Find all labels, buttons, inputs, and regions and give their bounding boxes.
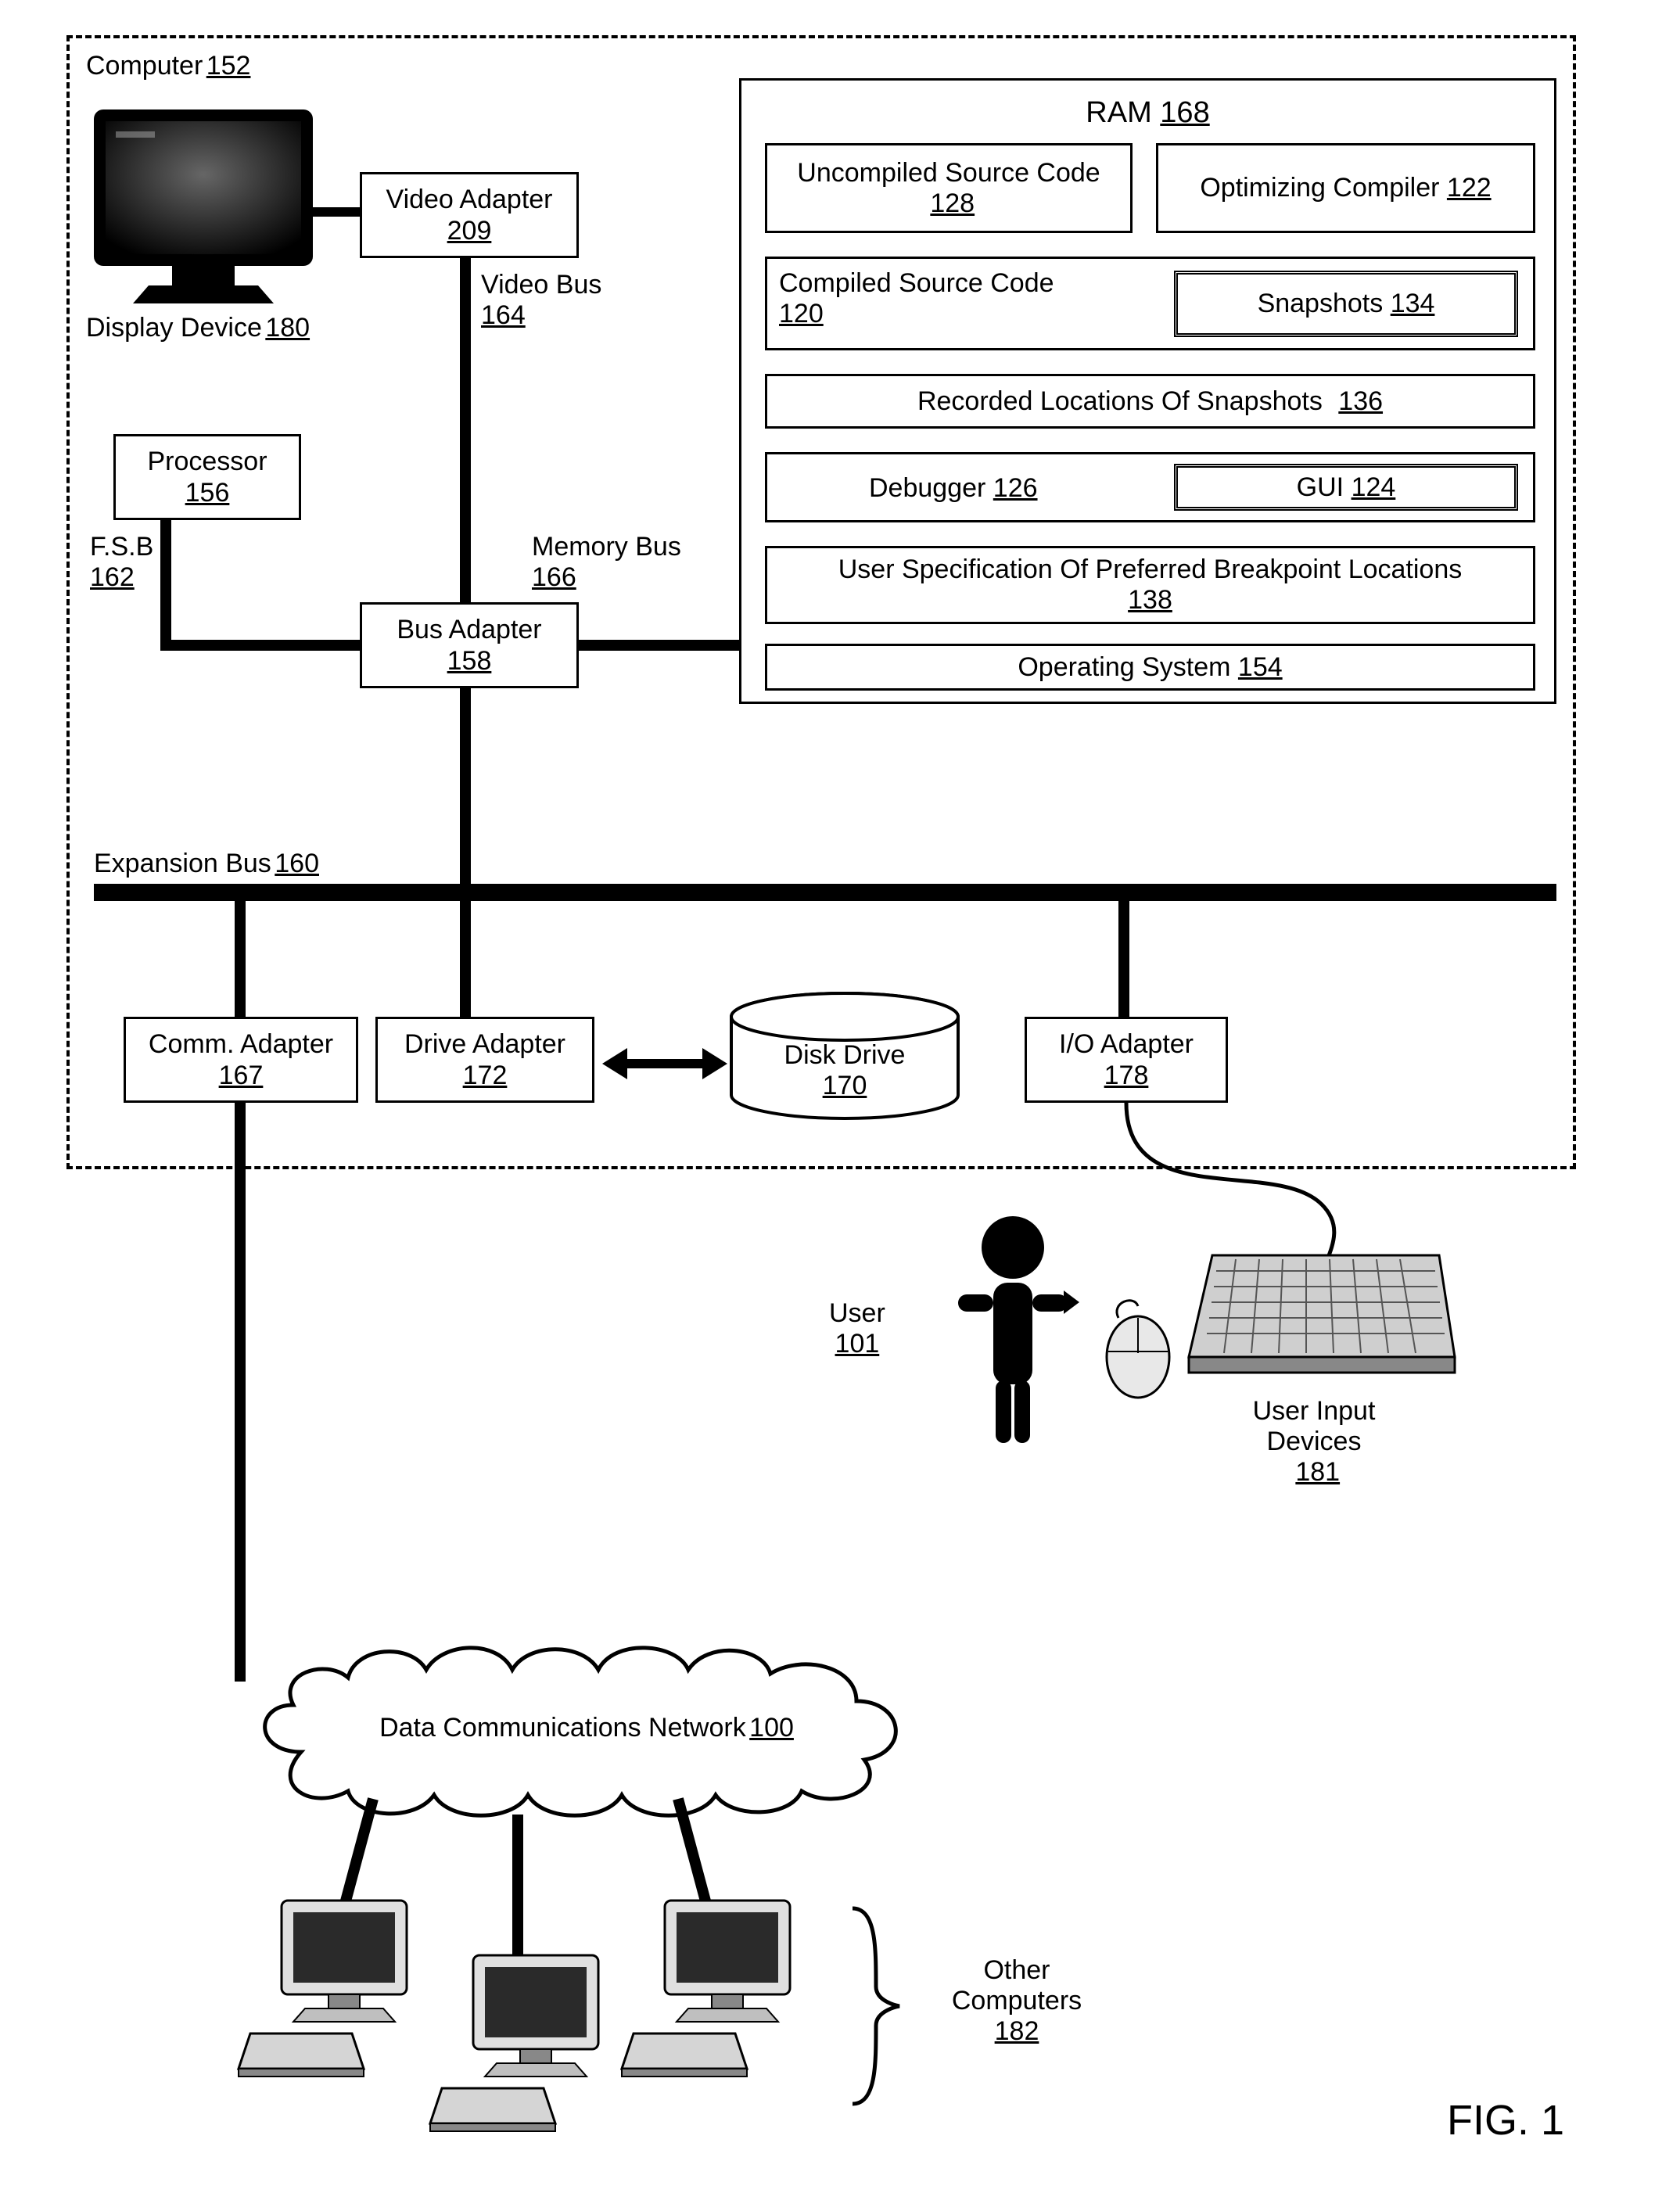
fsb-label: F.S.B 162: [90, 532, 153, 593]
disk-drive-label: Disk Drive 170: [755, 1040, 935, 1101]
drop-io: [1118, 899, 1129, 1017]
computer-2-icon: [426, 1947, 630, 2143]
compiled-row: Compiled Source Code 120 Snapshots 134: [765, 257, 1535, 350]
user-label: User 101: [829, 1298, 885, 1359]
other-computers-label: Other Computers 182: [923, 1955, 1111, 2047]
keyboard-icon: [1181, 1247, 1463, 1396]
gui-box: GUI 124: [1174, 464, 1518, 511]
memory-bus-label: Memory Bus 166: [532, 532, 681, 593]
comm-adapter-box: Comm. Adapter 167: [124, 1017, 358, 1103]
video-bus-label: Video Bus 164: [481, 270, 601, 331]
optimizing-compiler-box: Optimizing Compiler 122: [1156, 143, 1535, 233]
ram-title: RAM 168: [741, 96, 1554, 130]
drop-drive: [460, 899, 471, 1017]
ram-box: RAM 168 Uncompiled Source Code 128 Optim…: [739, 78, 1556, 704]
monitor-icon: [86, 102, 344, 321]
io-adapter-box: I/O Adapter 178: [1025, 1017, 1228, 1103]
double-arrow-icon: [602, 1040, 727, 1087]
display-device-label: Display Device 180: [86, 313, 310, 343]
comm-to-network-line: [235, 1103, 246, 1682]
os-box: Operating System 154: [765, 644, 1535, 691]
processor-box: Processor 156: [113, 434, 301, 520]
userspec-box: User Specification Of Preferred Breakpoi…: [765, 546, 1535, 624]
snapshots-box: Snapshots 134: [1174, 271, 1518, 337]
bus-adapter-box: Bus Adapter 158: [360, 602, 579, 688]
video-bus-line: [460, 258, 471, 614]
recorded-locations-box: Recorded Locations Of Snapshots 136: [765, 374, 1535, 429]
computer-label: Computer 152: [86, 51, 250, 81]
fsb-vertical: [160, 520, 171, 649]
mouse-icon: [1095, 1298, 1181, 1400]
bus-adapter-to-expansion: [460, 688, 471, 888]
user-icon: [927, 1212, 1099, 1463]
uncompiled-source-box: Uncompiled Source Code 128: [765, 143, 1133, 233]
network-label: Data Communications Network 100: [344, 1713, 829, 1743]
debugger-row: Debugger 126 GUI 124: [765, 452, 1535, 522]
expansion-bus-bar: [94, 884, 1556, 901]
figure-label: FIG. 1: [1447, 2096, 1564, 2145]
brace-icon: [845, 1901, 907, 2112]
expansion-bus-label: Expansion Bus 160: [94, 849, 319, 879]
connector-monitor-adapter: [313, 207, 361, 217]
computer-1-icon: [235, 1893, 438, 2088]
video-adapter-box: Video Adapter 209: [360, 172, 579, 258]
drive-adapter-box: Drive Adapter 172: [375, 1017, 594, 1103]
user-input-label: User Input Devices 181: [1212, 1396, 1416, 1488]
memory-bus-line: [577, 640, 741, 651]
fsb-horizontal: [160, 640, 364, 651]
drop-comm: [235, 899, 246, 1017]
computer-3-icon: [618, 1893, 821, 2088]
